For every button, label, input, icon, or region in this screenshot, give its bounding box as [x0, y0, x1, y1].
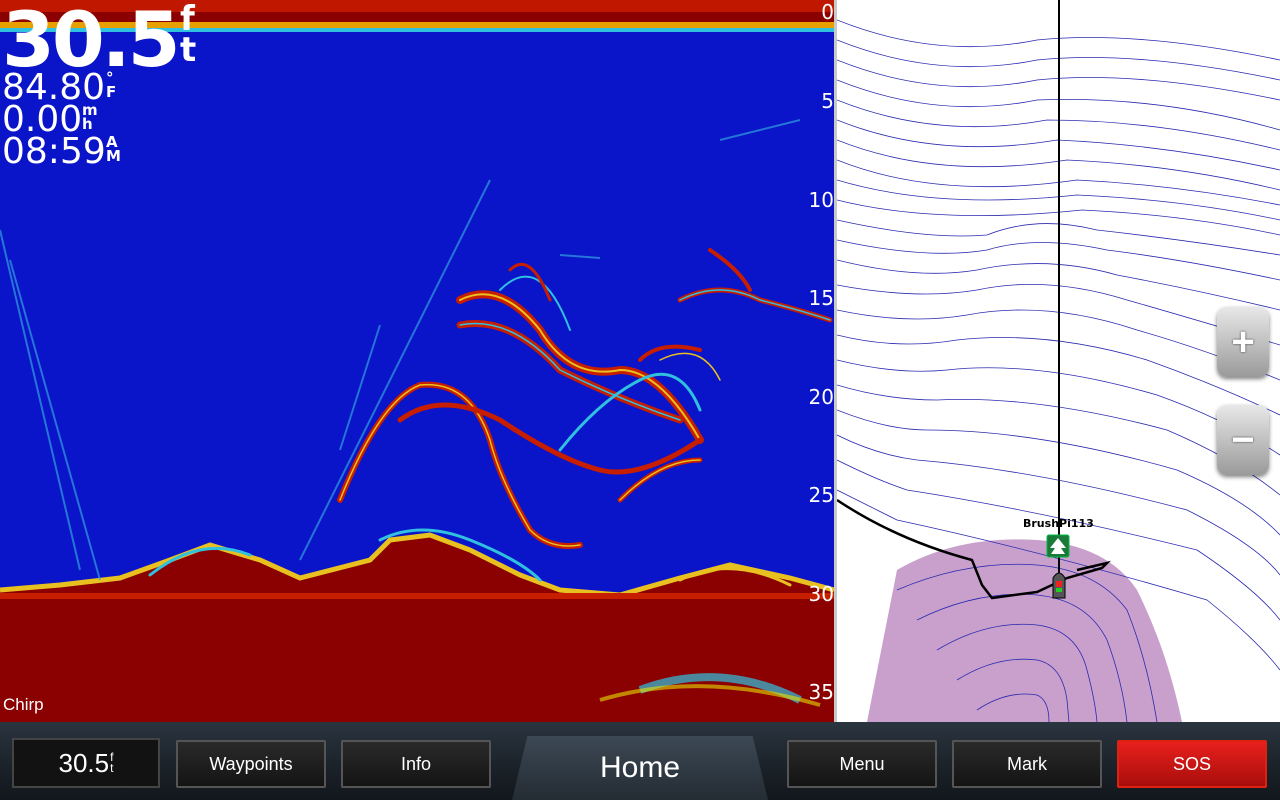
depth-scale: 0 5 10 15 20 25 30 35	[800, 0, 834, 722]
databox-depth-unit: f t	[110, 751, 114, 775]
depth-tick: 25	[808, 483, 834, 507]
depth-tick: 20	[808, 385, 834, 409]
time-unit: A M	[106, 135, 121, 165]
depth-tick: 15	[808, 286, 834, 310]
home-button[interactable]: Home	[512, 736, 768, 800]
chart-view[interactable]: BrushPi113	[837, 0, 1280, 722]
speed-unit: m h	[82, 103, 98, 133]
time-readout: 08:59	[2, 134, 106, 170]
contour-map	[837, 0, 1280, 722]
time-unit-bottom: M	[106, 146, 121, 165]
sonar-view[interactable]: 30.5 f t 84.80 ° F 0.00 m h 08:59 A M 0 …	[0, 0, 834, 722]
waypoints-button[interactable]: Waypoints	[176, 740, 326, 788]
minus-icon: −	[1231, 417, 1255, 462]
time-value: 08:59	[2, 131, 106, 172]
databox-depth-value: 30.5	[58, 747, 110, 778]
databox-unit-bottom: t	[110, 761, 114, 775]
boat-position-icon	[1052, 572, 1066, 599]
zoom-out-button[interactable]: −	[1217, 405, 1269, 475]
plus-icon: +	[1231, 319, 1255, 364]
mark-button[interactable]: Mark	[952, 740, 1102, 788]
depth-tick: 0	[821, 0, 834, 24]
sonar-echogram	[0, 0, 834, 722]
sonar-mode-label: Chirp	[3, 695, 44, 714]
speed-unit-bottom: h	[82, 114, 93, 133]
home-button-label: Home	[599, 751, 681, 784]
bottom-toolbar: 30.5 f t Waypoints Info Home Menu Mark S…	[0, 722, 1280, 800]
zoom-in-button[interactable]: +	[1217, 307, 1269, 377]
temp-unit: ° F	[106, 71, 117, 101]
sos-button[interactable]: SOS	[1117, 740, 1267, 788]
depth-unit-bottom: t	[180, 29, 197, 70]
info-button[interactable]: Info	[341, 740, 491, 788]
menu-button[interactable]: Menu	[787, 740, 937, 788]
depth-databox[interactable]: 30.5 f t	[12, 738, 160, 788]
tree-waypoint-icon[interactable]	[1046, 534, 1070, 558]
depth-tick: 35	[808, 680, 834, 704]
depth-tick: 30	[808, 582, 834, 606]
temp-unit-bottom: F	[106, 82, 117, 101]
depth-tick: 10	[808, 188, 834, 212]
depth-tick: 5	[821, 89, 834, 113]
waypoint-label: BrushPi113	[1023, 517, 1094, 530]
depth-unit: f t	[180, 2, 197, 70]
